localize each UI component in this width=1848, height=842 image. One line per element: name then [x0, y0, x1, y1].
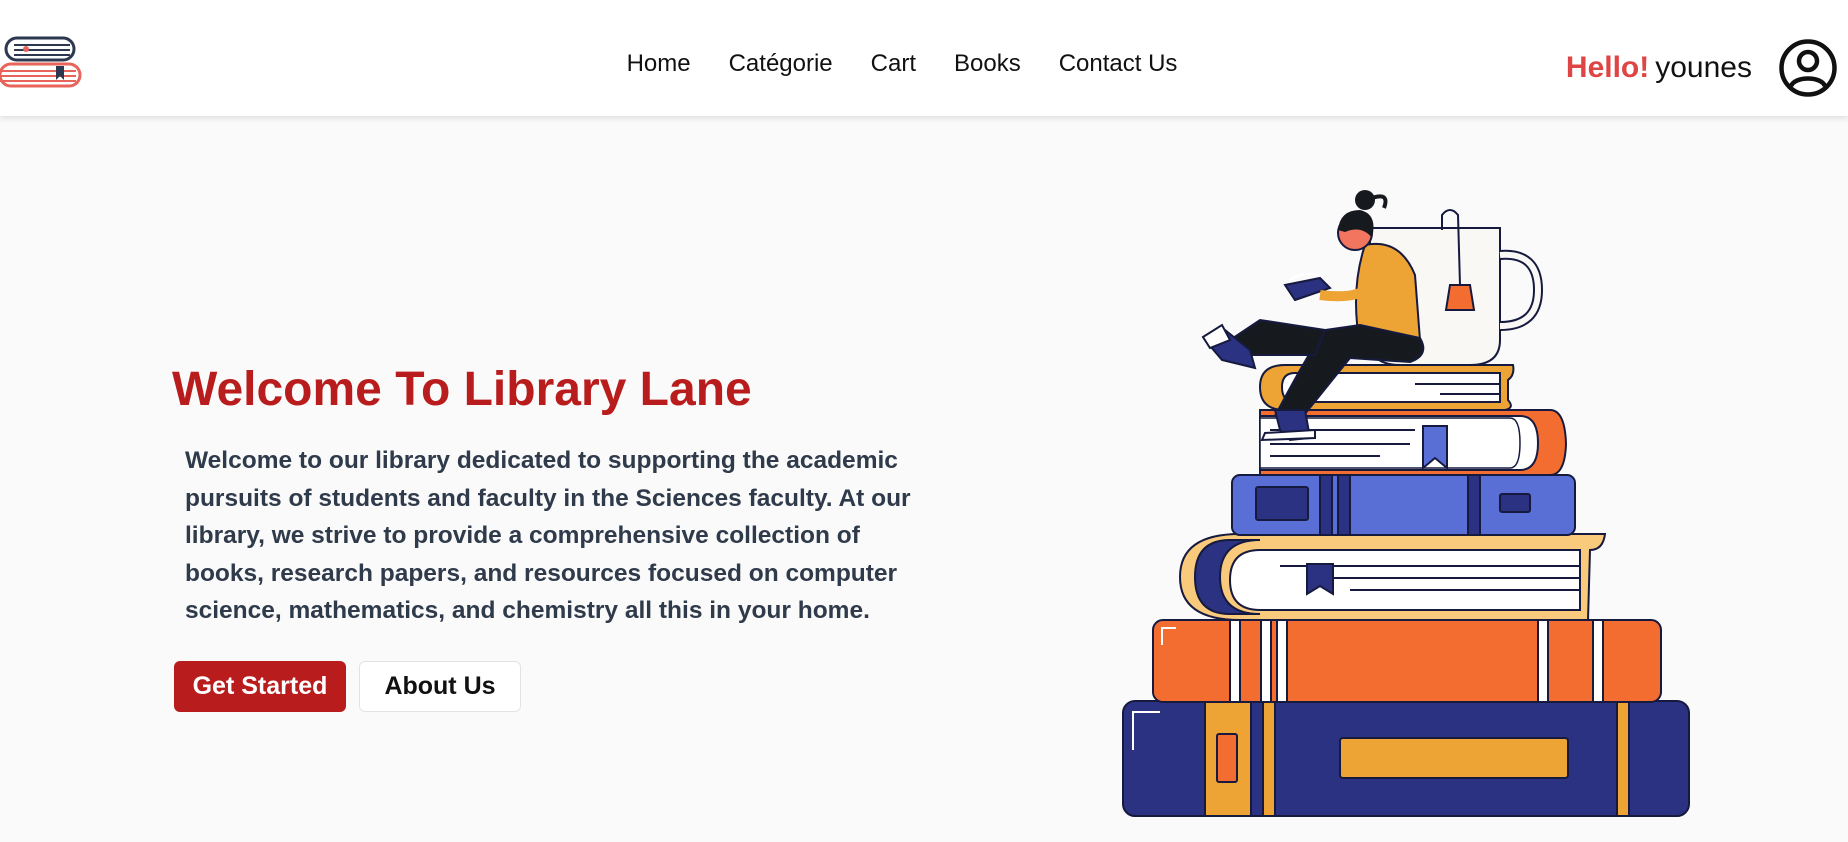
cream-book	[1178, 533, 1607, 621]
navy-book	[1122, 700, 1690, 817]
nav-item-books: Books	[954, 50, 1021, 78]
blue-book	[1231, 474, 1576, 536]
user-circle-icon	[1779, 39, 1837, 97]
user-avatar-button[interactable]	[1778, 38, 1838, 98]
orange-book	[1152, 619, 1662, 703]
user-greeting: Hello! younes	[1566, 51, 1752, 85]
hero-description: Welcome to our library dedicated to supp…	[185, 447, 911, 624]
logo-link[interactable]	[0, 34, 84, 92]
nav-item-home: Home	[627, 50, 691, 78]
nav-item-contact: Contact Us	[1059, 50, 1178, 78]
username-label: younes	[1655, 51, 1752, 84]
hello-label: Hello!	[1565, 51, 1650, 84]
nav-item-cart: Cart	[871, 50, 916, 78]
books-logo-icon	[0, 36, 82, 88]
nav-link-categorie[interactable]: Catégorie	[729, 50, 833, 77]
nav-list: Home Catégorie Cart Books Contact Us	[627, 50, 1178, 78]
nav-link-home[interactable]: Home	[627, 50, 691, 77]
get-started-button[interactable]: Get Started	[174, 661, 346, 712]
nav-link-contact-us[interactable]: Contact Us	[1059, 50, 1178, 77]
nav-link-cart[interactable]: Cart	[871, 50, 916, 77]
about-us-button[interactable]: About Us	[359, 661, 521, 712]
hero-title: Welcome To Library Lane	[172, 363, 752, 416]
nav-link-books[interactable]: Books	[954, 50, 1021, 77]
reading-illustration	[1122, 190, 1690, 817]
navbar: Home Catégorie Cart Books Contact Us Hel…	[0, 0, 1848, 116]
nav-item-categorie: Catégorie	[729, 50, 833, 78]
